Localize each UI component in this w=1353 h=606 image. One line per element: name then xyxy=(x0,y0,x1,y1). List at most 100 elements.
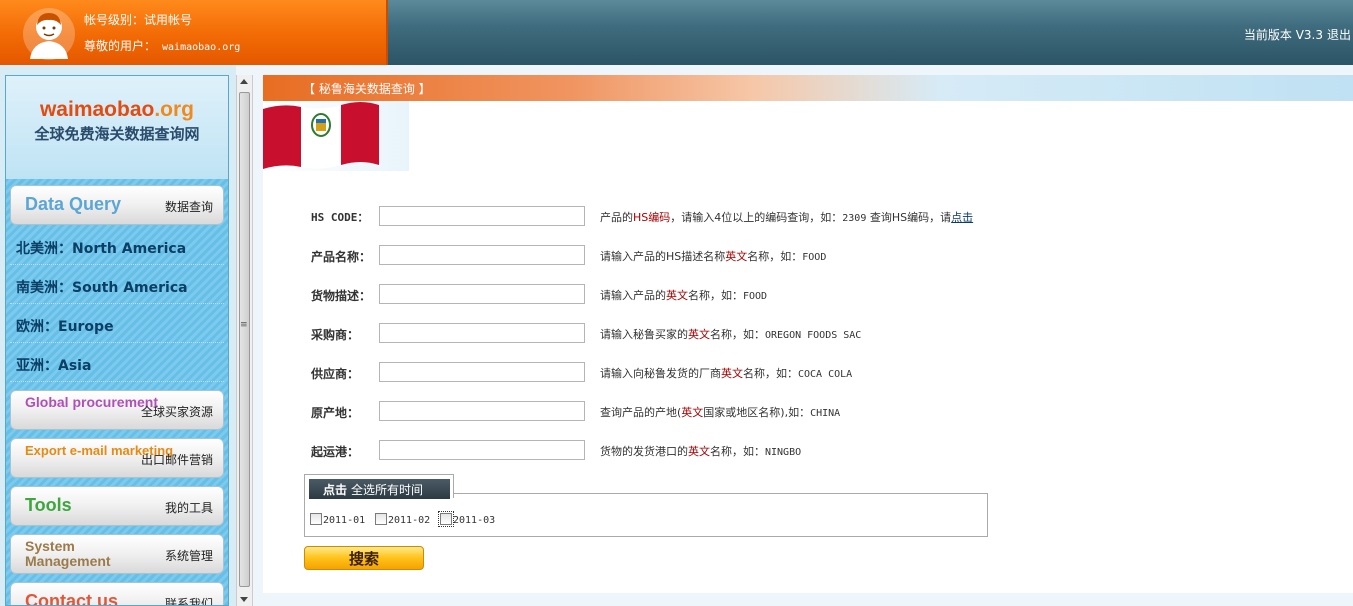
hint-text: 名称，如： xyxy=(710,445,765,458)
hint-text: 请输入向秘鲁发货的厂商 xyxy=(600,367,721,380)
product-name-hint: 请输入产品的HS描述名称英文名称，如：FOOD xyxy=(600,248,826,264)
account-user-text: 尊敬的用户： waimaobao.org xyxy=(84,37,240,54)
page-title: 【 秘鲁海关数据查询 】 xyxy=(303,82,431,96)
form-row-supplier: 供应商： 请输入向秘鲁发货的厂商英文名称，如：COCA COLA xyxy=(263,362,1353,384)
checkbox-icon[interactable] xyxy=(375,513,387,525)
search-button[interactable]: 搜索 xyxy=(304,546,424,570)
flag-area xyxy=(263,101,409,171)
hs-code-input[interactable] xyxy=(379,206,585,226)
checkbox-icon[interactable] xyxy=(438,511,454,527)
goods-description-label: 货物描述： xyxy=(311,289,372,303)
form-row-goods-description: 货物描述： 请输入产品的英文名称，如：FOOD xyxy=(263,284,1353,306)
nav-en-label: System Management xyxy=(25,538,111,569)
nav-cn-label: 我的工具 xyxy=(164,501,213,515)
period-checkbox-2011-02[interactable]: 2011-02 xyxy=(375,512,430,528)
origin-hint: 查询产品的产地(英文国家或地区名称),如：CHINA xyxy=(600,404,840,420)
period-checkbox-2011-01[interactable]: 2011-01 xyxy=(310,512,365,528)
supplier-hint: 请输入向秘鲁发货的厂商英文名称，如：COCA COLA xyxy=(600,365,852,381)
page-title-bar: 【 秘鲁海关数据查询 】 xyxy=(263,75,1353,101)
hint-text: 产品的 xyxy=(600,211,633,224)
hint-example: FOOD xyxy=(743,291,768,302)
hint-emphasis: HS编码 xyxy=(633,211,671,224)
buyer-hint: 请输入秘鲁买家的英文名称，如：OREGON FOODS SAC xyxy=(600,326,861,342)
user-avatar-icon xyxy=(23,8,75,60)
nav-cn-label: 系统管理 xyxy=(164,549,213,563)
nav-global-procurement[interactable]: Global procurement 全球买家资源 xyxy=(10,390,224,430)
nav-en-label: Contact us xyxy=(25,591,119,606)
hint-text: 货物的发货港口的 xyxy=(600,445,688,458)
nav-en-label: Data Query xyxy=(25,194,122,214)
hint-example: COCA COLA xyxy=(798,369,853,380)
scrollbar-thumb[interactable] xyxy=(239,92,250,587)
hint-text: ，请输入4位以上的编码查询，如： xyxy=(670,211,843,224)
form-row-buyer: 采购商： 请输入秘鲁买家的英文名称，如：OREGON FOODS SAC xyxy=(263,323,1353,345)
nav-cn-label: 出口邮件营销 xyxy=(140,453,213,467)
hint-example: CHINA xyxy=(810,408,841,419)
goods-description-input[interactable] xyxy=(379,284,585,304)
buyer-input[interactable] xyxy=(379,323,585,343)
nav-region-south-america[interactable]: 南美洲：South America xyxy=(10,268,224,304)
departure-port-hint: 货物的发货港口的英文名称，如：NINGBO xyxy=(600,443,801,459)
select-all-label: 全选所有时间 xyxy=(351,483,424,497)
nav-tools[interactable]: Tools 我的工具 xyxy=(10,486,224,526)
select-all-bold: 点击 xyxy=(323,483,348,497)
hint-example: FOOD xyxy=(802,252,827,263)
origin-label: 原产地： xyxy=(311,406,360,420)
select-all-periods-button[interactable]: 点击 全选所有时间 xyxy=(309,479,450,499)
logout-link[interactable]: 退出 xyxy=(1327,28,1351,42)
sidebar: waimaobao.org 全球免费海关数据查询网 Data Query 数据查… xyxy=(5,75,229,606)
brand-tagline: 全球免费海关数据查询网 xyxy=(34,125,200,143)
brand-name-dot: .org xyxy=(154,98,195,121)
hint-example: OREGON FOODS SAC xyxy=(765,330,862,341)
nav-en-label: Global procurement xyxy=(25,394,159,410)
account-panel: 帐号级别：试用帐号 尊敬的用户： waimaobao.org xyxy=(0,0,388,65)
hint-example: 2309 xyxy=(842,213,867,224)
user-name: waimaobao.org xyxy=(162,42,241,53)
version-text: 当前版本 V3.3 xyxy=(1243,28,1323,42)
hint-text: 查询产品的产地( xyxy=(600,406,682,419)
nav-data-query[interactable]: Data Query 数据查询 xyxy=(10,185,224,225)
nav-contact-us[interactable]: Contact us 联系我们 xyxy=(10,582,224,606)
departure-port-label: 起运港： xyxy=(311,445,360,459)
hint-text: 请输入产品的HS描述名称 xyxy=(600,250,726,263)
product-name-input[interactable] xyxy=(379,245,585,265)
period-label: 2011-01 xyxy=(323,515,366,526)
period-checkbox-2011-03[interactable]: 2011-03 xyxy=(438,511,496,528)
peru-flag-icon xyxy=(263,102,379,169)
supplier-input[interactable] xyxy=(379,362,585,382)
form-row-origin: 原产地： 查询产品的产地(英文国家或地区名称),如：CHINA xyxy=(263,401,1353,423)
scroll-down-arrow-icon[interactable] xyxy=(240,597,248,602)
main-content: 【 秘鲁海关数据查询 】 HS CODE： 产品的HS编码，请输入4位以上的编码… xyxy=(263,75,1353,593)
nav-cn-label: 联系我们 xyxy=(164,597,213,606)
nav-export-email-marketing[interactable]: Export e-mail marketing 出口邮件营销 xyxy=(10,438,224,478)
hint-text: 国家或地区名称),如： xyxy=(703,406,811,419)
nav-region-north-america[interactable]: 北美洲：North America xyxy=(10,229,224,265)
origin-input[interactable] xyxy=(379,401,585,421)
nav-region-europe[interactable]: 欧洲：Europe xyxy=(10,307,224,343)
hint-text: 名称，如： xyxy=(747,250,803,263)
scroll-up-arrow-icon[interactable] xyxy=(240,79,248,84)
user-label: 尊敬的用户： xyxy=(84,39,157,53)
hint-text: 名称，如： xyxy=(743,367,798,380)
hint-emphasis: 英文 xyxy=(725,250,748,263)
nav-region-asia[interactable]: 亚洲：Asia xyxy=(10,346,224,382)
hint-text: 请输入产品的 xyxy=(600,289,666,302)
checkbox-icon[interactable] xyxy=(310,513,322,525)
hint-emphasis: 英文 xyxy=(681,406,704,419)
sidebar-scrollbar[interactable]: ≡ xyxy=(236,75,253,606)
hint-emphasis: 英文 xyxy=(688,445,710,458)
nav-cn-label: 数据查询 xyxy=(164,200,213,214)
supplier-label: 供应商： xyxy=(311,367,360,381)
nav-system-management[interactable]: System Management 系统管理 xyxy=(10,534,224,574)
departure-port-input[interactable] xyxy=(379,440,585,460)
hint-text: 请输入秘鲁买家的 xyxy=(600,328,688,341)
nav-en-label: Tools xyxy=(25,495,72,515)
hint-text: 查询HS编码，请 xyxy=(866,211,952,224)
period-label: 2011-03 xyxy=(453,515,496,526)
scrollbar-grip-icon: ≡ xyxy=(240,320,248,330)
hs-code-lookup-link[interactable]: 点击 xyxy=(951,211,973,224)
sidebar-frame: waimaobao.org 全球免费海关数据查询网 Data Query 数据查… xyxy=(0,65,236,606)
hint-emphasis: 英文 xyxy=(688,328,710,341)
form-row-hs-code: HS CODE： 产品的HS编码，请输入4位以上的编码查询，如：2309 查询H… xyxy=(263,206,1353,228)
hint-example: NINGBO xyxy=(765,447,802,458)
